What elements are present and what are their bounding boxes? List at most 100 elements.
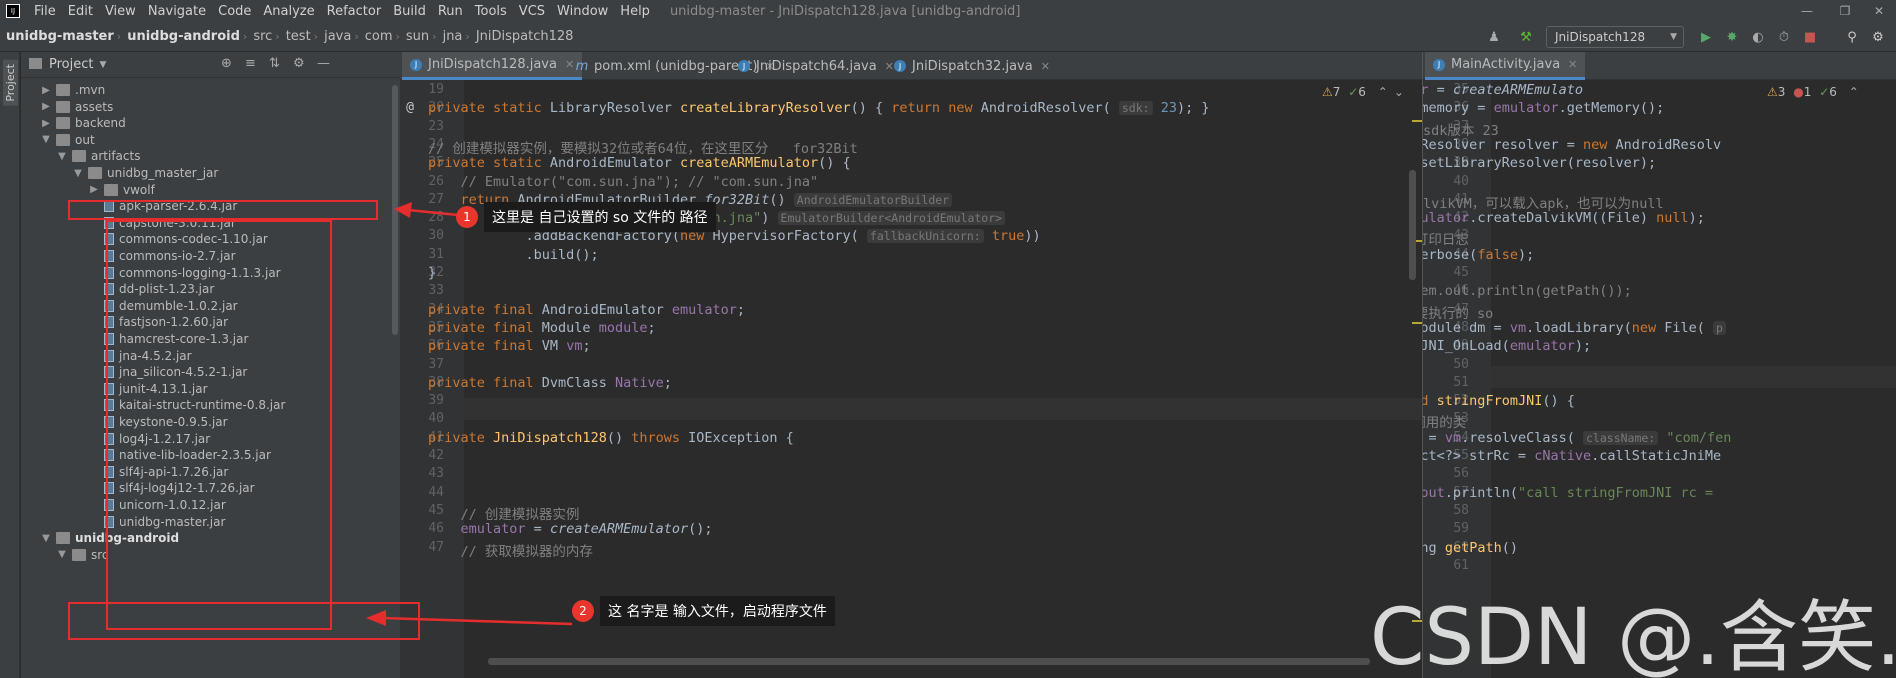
menu-item-help[interactable]: Help — [614, 4, 656, 19]
editor-tabs-left: J JniDispatch128.java ✕ m pom.xml (unidbg-pa… — [400, 52, 1422, 80]
line-number: 32 — [428, 265, 444, 280]
folder-icon — [56, 100, 70, 113]
warning-mark[interactable] — [1412, 120, 1422, 122]
editor-tab[interactable]: J JniDispatch128.java ✕ — [402, 52, 583, 80]
chevron-right-icon[interactable]: ▶ — [39, 101, 53, 112]
editor-left[interactable]: 19 20 @ private static LibraryResolver crea… — [400, 80, 1422, 678]
chevron-down-icon[interactable]: ▼ — [39, 533, 53, 544]
code-line: // 载入要执行的 so — [1423, 305, 1494, 322]
menu-item-build[interactable]: Build — [387, 4, 432, 19]
restore-icon[interactable]: ❐ — [1828, 0, 1862, 22]
menu-item-vcs[interactable]: VCS — [513, 4, 551, 19]
menu-item-navigate[interactable]: Navigate — [142, 4, 212, 19]
hide-icon[interactable]: — — [317, 56, 330, 71]
editor-horizontal-scrollbar[interactable] — [488, 658, 1370, 665]
close-icon[interactable]: ✕ — [1568, 58, 1577, 71]
locate-icon[interactable]: ⊕ — [221, 56, 232, 71]
code-line: vm.setVerbose(false); — [1423, 246, 1535, 263]
tool-window-strip: Project — [0, 52, 20, 678]
chevron-down-icon[interactable]: ▼ — [71, 168, 85, 179]
code-line: // 设置 sdk版本 23 — [1423, 122, 1499, 139]
profile-icon[interactable]: ⏱ — [1774, 27, 1794, 47]
navigation-bar: unidbg-master › unidbg-android › src › test › ja… — [0, 22, 1896, 52]
override-marker-icon[interactable]: @ — [400, 100, 414, 115]
breadcrumb-item[interactable]: test — [280, 29, 314, 44]
breadcrumb-item[interactable]: unidbg-master — [0, 29, 117, 44]
annotation-callout-2: 这 名字是 输入文件，启动程序文件 — [600, 596, 835, 626]
menu-item-view[interactable]: View — [99, 4, 142, 19]
folder-icon — [56, 117, 70, 130]
tree-item-label: .mvn — [75, 83, 106, 97]
menu-item-edit[interactable]: Edit — [62, 4, 99, 19]
user-icon[interactable]: ♟ — [1484, 27, 1504, 47]
stop-icon[interactable]: ■ — [1800, 27, 1820, 47]
chevron-down-icon[interactable]: ▼ — [55, 549, 69, 560]
chevron-right-icon[interactable]: ▶ — [39, 85, 53, 96]
chevron-down-icon[interactable]: ▼ — [99, 60, 106, 70]
project-panel-title[interactable]: Project — [49, 57, 93, 72]
project-panel-header: Project ▼ ⊕ ≡ ⇅ ⚙ — — [21, 52, 400, 78]
run-configuration-select[interactable]: JniDispatch128 ▼ — [1546, 26, 1684, 48]
line-number: 56 — [1453, 466, 1469, 482]
project-tool-tab[interactable]: Project — [3, 60, 18, 106]
menu-item-file[interactable]: File — [28, 4, 62, 19]
chevron-down-icon: ▼ — [1670, 32, 1677, 42]
menu-item-window[interactable]: Window — [551, 4, 614, 19]
menu-item-tools[interactable]: Tools — [469, 4, 513, 19]
breadcrumb-item[interactable]: src — [247, 29, 275, 44]
minimize-icon[interactable]: — — [1790, 0, 1824, 22]
gear-icon[interactable]: ⚙ — [293, 56, 305, 71]
tree-item-label: out — [75, 132, 95, 147]
menu-item-refactor[interactable]: Refactor — [321, 4, 388, 19]
editor-tab[interactable]: J JniDispatch64.java ✕ — [730, 52, 902, 80]
close-icon[interactable]: ✕ — [1862, 0, 1896, 22]
debug-icon[interactable]: ✸ — [1722, 27, 1742, 47]
breadcrumb-item[interactable]: sun — [400, 29, 432, 44]
chevron-down-icon[interactable]: ▼ — [55, 151, 69, 162]
code-line: memory.setLibraryResolver(resolver); — [1422, 155, 1657, 172]
run-icon[interactable]: ▶ — [1696, 27, 1716, 47]
settings-icon[interactable]: ⚙ — [1868, 27, 1888, 47]
menu-item-analyze[interactable]: Analyze — [257, 4, 320, 19]
menu-items: File Edit View Navigate Code Analyze Refactor B… — [28, 4, 656, 19]
collapse-all-icon[interactable]: ≡ — [245, 56, 256, 71]
chevron-right-icon[interactable]: ▶ — [39, 118, 53, 129]
code-line: // 创建模拟器实例 — [460, 506, 580, 523]
code-line: DvmObject<?> strRc = cNative.callStaticJ… — [1422, 448, 1722, 464]
error-count: 1 — [1803, 85, 1812, 99]
code-line: LibraryResolver resolver = new AndroidRe… — [1422, 136, 1722, 153]
breadcrumb-item[interactable]: java — [318, 29, 354, 44]
code-line: private JniDispatch128() throws IOExcept… — [428, 429, 794, 446]
intellij-logo-icon: IJ — [6, 4, 20, 18]
folder-icon — [104, 183, 118, 196]
editor-tab[interactable]: J MainActivity.java ✕ — [1425, 52, 1586, 80]
inspection-widget[interactable]: ⚠7 ✓6 ⌃ ⌄ — [1322, 85, 1404, 99]
breadcrumb: unidbg-master › unidbg-android › src › test › ja… — [0, 29, 576, 44]
java-file-icon: J — [1433, 58, 1445, 71]
chevron-right-icon[interactable]: ▶ — [87, 184, 101, 195]
code-line: // System.out.println(getPath()); — [1423, 283, 1632, 300]
warning-count: 3 — [1777, 85, 1786, 99]
editor-vertical-scrollbar[interactable] — [1409, 170, 1416, 280]
run-config-label: JniDispatch128 — [1555, 30, 1646, 44]
expand-all-icon[interactable]: ⇅ — [269, 56, 280, 71]
breadcrumb-item[interactable]: unidbg-android — [121, 29, 243, 44]
close-icon[interactable]: ✕ — [1041, 60, 1050, 73]
code-line: DalvikModule dm = vm.loadLibrary(new Fil… — [1423, 320, 1726, 336]
tree-folder-item[interactable]: ▼ src — [55, 545, 108, 565]
chevron-down-icon[interactable]: ▼ — [39, 134, 53, 145]
breadcrumb-item[interactable]: jna — [437, 29, 466, 44]
coverage-icon[interactable]: ◐ — [1748, 27, 1768, 47]
breadcrumb-item[interactable]: JniDispatch128 — [470, 29, 577, 44]
menu-item-run[interactable]: Run — [432, 4, 469, 19]
build-hammer-icon[interactable]: ⚒ — [1516, 27, 1536, 47]
warning-mark[interactable] — [1412, 322, 1422, 324]
tree-item-label: backend — [75, 116, 126, 131]
search-icon[interactable]: ⚲ — [1842, 27, 1862, 47]
folder-icon — [29, 58, 42, 69]
editor-tab[interactable]: J JniDispatch32.java ✕ — [886, 52, 1058, 80]
inspection-widget[interactable]: ⚠3 ●1 ✓6 ⌃ — [1767, 85, 1859, 99]
breadcrumb-item[interactable]: com — [359, 29, 396, 44]
menu-item-code[interactable]: Code — [212, 4, 257, 19]
current-line-highlight — [400, 398, 1422, 420]
